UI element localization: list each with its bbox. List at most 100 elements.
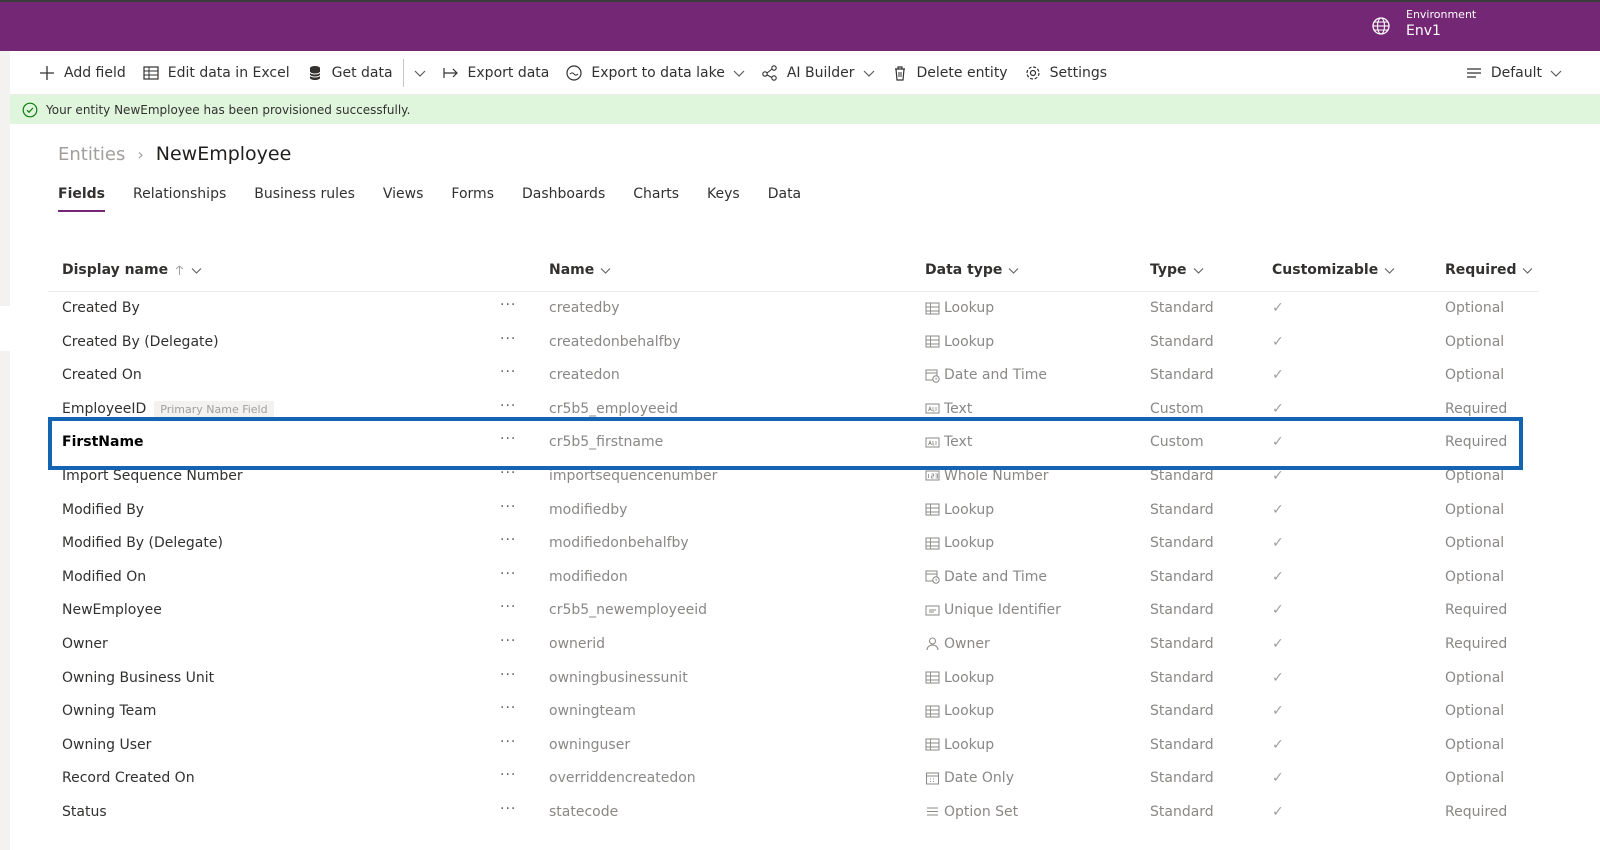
- schema-name-cell: importsequencenumber: [549, 467, 718, 484]
- more-options-icon[interactable]: ···: [500, 398, 516, 414]
- required-cell: Optional: [1445, 535, 1505, 552]
- table-row[interactable]: Owning Business Unit ··· owningbusinessuni…: [48, 662, 1538, 696]
- delete-entity-label: Delete entity: [916, 64, 1008, 81]
- table-row[interactable]: Modified On ··· modifiedon Date and Time Sta…: [48, 561, 1538, 595]
- dateonly-icon: [926, 772, 939, 785]
- tab-dashboards[interactable]: Dashboards: [522, 186, 605, 212]
- schema-name-cell: createdon: [549, 367, 620, 384]
- tab-data[interactable]: Data: [768, 186, 801, 212]
- type-cell: Standard: [1150, 703, 1214, 720]
- tab-charts[interactable]: Charts: [633, 186, 679, 212]
- view-selector[interactable]: Default: [1457, 51, 1570, 95]
- data-type-cell: Lookup: [925, 737, 994, 753]
- column-header-display-name[interactable]: Display name: [62, 262, 202, 278]
- tab-keys[interactable]: Keys: [707, 186, 740, 212]
- table-row[interactable]: Created By (Delegate) ··· createdonbehalfb…: [48, 326, 1538, 360]
- environment-picker[interactable]: Environment Env1: [1370, 8, 1476, 40]
- display-name-cell: Record Created On: [62, 770, 195, 786]
- data-type-cell: Date Only: [925, 770, 1014, 786]
- more-options-icon[interactable]: ···: [500, 599, 516, 615]
- fields-grid: Display name Name Data type Type Customi…: [48, 252, 1538, 830]
- export-data-button[interactable]: Export data: [434, 51, 558, 95]
- display-name-text: Modified On: [62, 568, 147, 585]
- column-header-name[interactable]: Name: [549, 262, 611, 278]
- datetime-icon: [925, 570, 940, 584]
- tab-relationships[interactable]: Relationships: [133, 186, 226, 212]
- required-cell: Required: [1445, 400, 1508, 417]
- display-name-cell: EmployeeID Primary Name Field: [62, 400, 274, 418]
- data-type-text: Lookup: [944, 501, 995, 518]
- type-cell: Standard: [1150, 367, 1214, 384]
- table-row[interactable]: Status ··· statecode Option Set Standard ✓ Req…: [48, 796, 1538, 830]
- more-options-icon[interactable]: ···: [500, 297, 516, 313]
- table-row[interactable]: Record Created On ··· overriddencreatedon D…: [48, 762, 1538, 796]
- breadcrumb-entities[interactable]: Entities: [58, 144, 125, 165]
- schema-name-cell: owningbusinessunit: [549, 669, 688, 686]
- lookup-icon: [925, 335, 940, 348]
- more-options-icon[interactable]: ···: [500, 633, 516, 649]
- type-cell: Custom: [1150, 400, 1204, 417]
- top-bar: Environment Env1: [0, 0, 1600, 51]
- more-options-icon[interactable]: ···: [500, 801, 516, 817]
- schema-name-cell: ownerid: [549, 635, 606, 652]
- more-options-icon[interactable]: ···: [500, 499, 516, 515]
- tab-forms[interactable]: Forms: [451, 186, 494, 212]
- more-options-icon[interactable]: ···: [500, 667, 516, 683]
- export-lake-button[interactable]: Export to data lake: [557, 51, 752, 95]
- add-field-button[interactable]: Add field: [30, 51, 134, 95]
- table-row[interactable]: Modified By ··· modifiedby Lookup Standard ✓ O…: [48, 494, 1538, 528]
- more-options-icon[interactable]: ···: [500, 331, 516, 347]
- table-row[interactable]: Import Sequence Number ··· importsequencen…: [48, 460, 1538, 494]
- breadcrumb: Entities › NewEmployee: [58, 143, 291, 165]
- more-options-icon[interactable]: ···: [500, 767, 516, 783]
- table-row[interactable]: Created On ··· createdon Date and Time Stand…: [48, 359, 1538, 393]
- table-row[interactable]: Owner ··· ownerid Owner Standard ✓ Required: [48, 628, 1538, 662]
- table-row[interactable]: Created By ··· createdby Lookup Standard ✓ Opt…: [48, 292, 1538, 326]
- tab-views[interactable]: Views: [383, 186, 424, 212]
- check-icon: ✓: [1272, 535, 1284, 552]
- table-row[interactable]: EmployeeID Primary Name Field ··· cr5b5_emp…: [48, 393, 1538, 427]
- check-icon: ✓: [1272, 568, 1284, 585]
- globe-icon: [1372, 17, 1390, 35]
- table-row[interactable]: Owning User ··· owninguser Lookup Standard ✓ O…: [48, 729, 1538, 763]
- data-type-cell: Lookup: [925, 535, 994, 551]
- edit-excel-button[interactable]: Edit data in Excel: [134, 51, 298, 95]
- display-name-cell: Owning User: [62, 737, 151, 753]
- ai-builder-button[interactable]: AI Builder: [753, 51, 883, 95]
- column-header-data-type[interactable]: Data type: [925, 262, 1019, 278]
- sort-up-icon: [175, 264, 184, 275]
- more-options-icon[interactable]: ···: [500, 566, 516, 582]
- table-row[interactable]: Owning Team ··· owningteam Lookup Standard ✓ O…: [48, 695, 1538, 729]
- chevron-down-icon: [1009, 267, 1019, 274]
- more-options-icon[interactable]: ···: [500, 532, 516, 548]
- settings-button[interactable]: Settings: [1016, 51, 1115, 95]
- data-type-text: Text: [944, 400, 973, 417]
- table-row[interactable]: NewEmployee ··· cr5b5_newemployeeid Unique …: [48, 594, 1538, 628]
- more-options-icon[interactable]: ···: [500, 734, 516, 750]
- column-header-required[interactable]: Required: [1445, 262, 1533, 278]
- more-options-icon[interactable]: ···: [500, 431, 516, 447]
- get-data-button[interactable]: Get data: [298, 51, 401, 95]
- environment-label: Environment: [1406, 8, 1477, 21]
- more-options-icon[interactable]: ···: [500, 465, 516, 481]
- data-type-cell: Option Set: [925, 804, 1018, 820]
- column-header-customizable[interactable]: Customizable: [1272, 262, 1395, 278]
- display-name-cell: NewEmployee: [62, 602, 162, 618]
- display-name-cell: Owning Team: [62, 703, 156, 719]
- id-icon: [925, 605, 940, 616]
- lookup-icon: [925, 537, 940, 550]
- column-header-type[interactable]: Type: [1150, 262, 1204, 278]
- table-row[interactable]: Modified By (Delegate) ··· modifiedonbehal…: [48, 527, 1538, 561]
- tab-fields[interactable]: Fields: [58, 186, 106, 212]
- delete-entity-button[interactable]: Delete entity: [883, 51, 1016, 95]
- required-cell: Required: [1445, 803, 1508, 820]
- get-data-dropdown[interactable]: [406, 51, 434, 95]
- table-row[interactable]: FirstName ··· cr5b5_firstname Text Custom ✓ Re…: [48, 426, 1538, 460]
- ai-builder-label: AI Builder: [786, 64, 855, 81]
- more-options-icon[interactable]: ···: [500, 364, 516, 380]
- gear-icon: [1025, 65, 1040, 80]
- trash-icon: [894, 65, 905, 81]
- success-banner: Your entity NewEmployee has been provisi…: [10, 95, 1600, 124]
- more-options-icon[interactable]: ···: [500, 700, 516, 716]
- tab-business-rules[interactable]: Business rules: [254, 186, 355, 212]
